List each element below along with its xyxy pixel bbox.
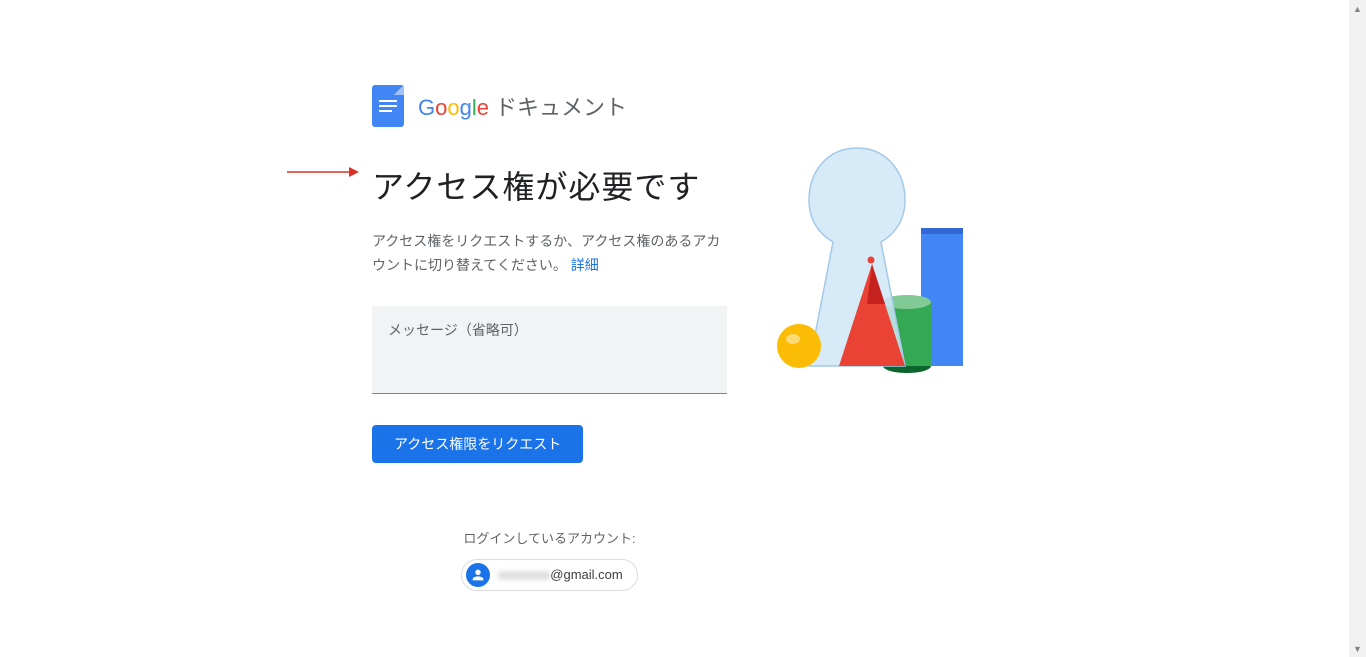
product-label: ドキュメント (495, 90, 627, 122)
page-title: アクセス権が必要です (372, 162, 727, 208)
account-label: ログインしているアカウント: (372, 528, 727, 547)
message-input[interactable] (372, 306, 727, 394)
product-header: Google ドキュメント (372, 85, 1366, 127)
product-name: Google ドキュメント (418, 90, 627, 122)
google-docs-icon (372, 85, 404, 127)
description-text: アクセス権をリクエストするか、アクセス権のあるアカウントに切り替えてください。 (372, 233, 720, 273)
scrollbar-track[interactable] (1349, 0, 1366, 657)
request-access-button[interactable]: アクセス権限をリクエスト (372, 425, 583, 463)
scrollbar-down-button[interactable]: ▼ (1349, 640, 1366, 657)
access-description: アクセス権をリクエストするか、アクセス権のあるアカウントに切り替えてください。 … (372, 230, 727, 278)
account-email: xxxxxxxx@gmail.com (498, 567, 622, 582)
learn-more-link[interactable]: 詳細 (571, 257, 599, 273)
google-logo: Google (418, 95, 489, 121)
access-illustration (767, 142, 997, 402)
account-switcher[interactable]: xxxxxxxx@gmail.com (461, 559, 637, 591)
avatar-icon (466, 563, 490, 587)
scrollbar-up-button[interactable]: ▲ (1349, 0, 1366, 17)
